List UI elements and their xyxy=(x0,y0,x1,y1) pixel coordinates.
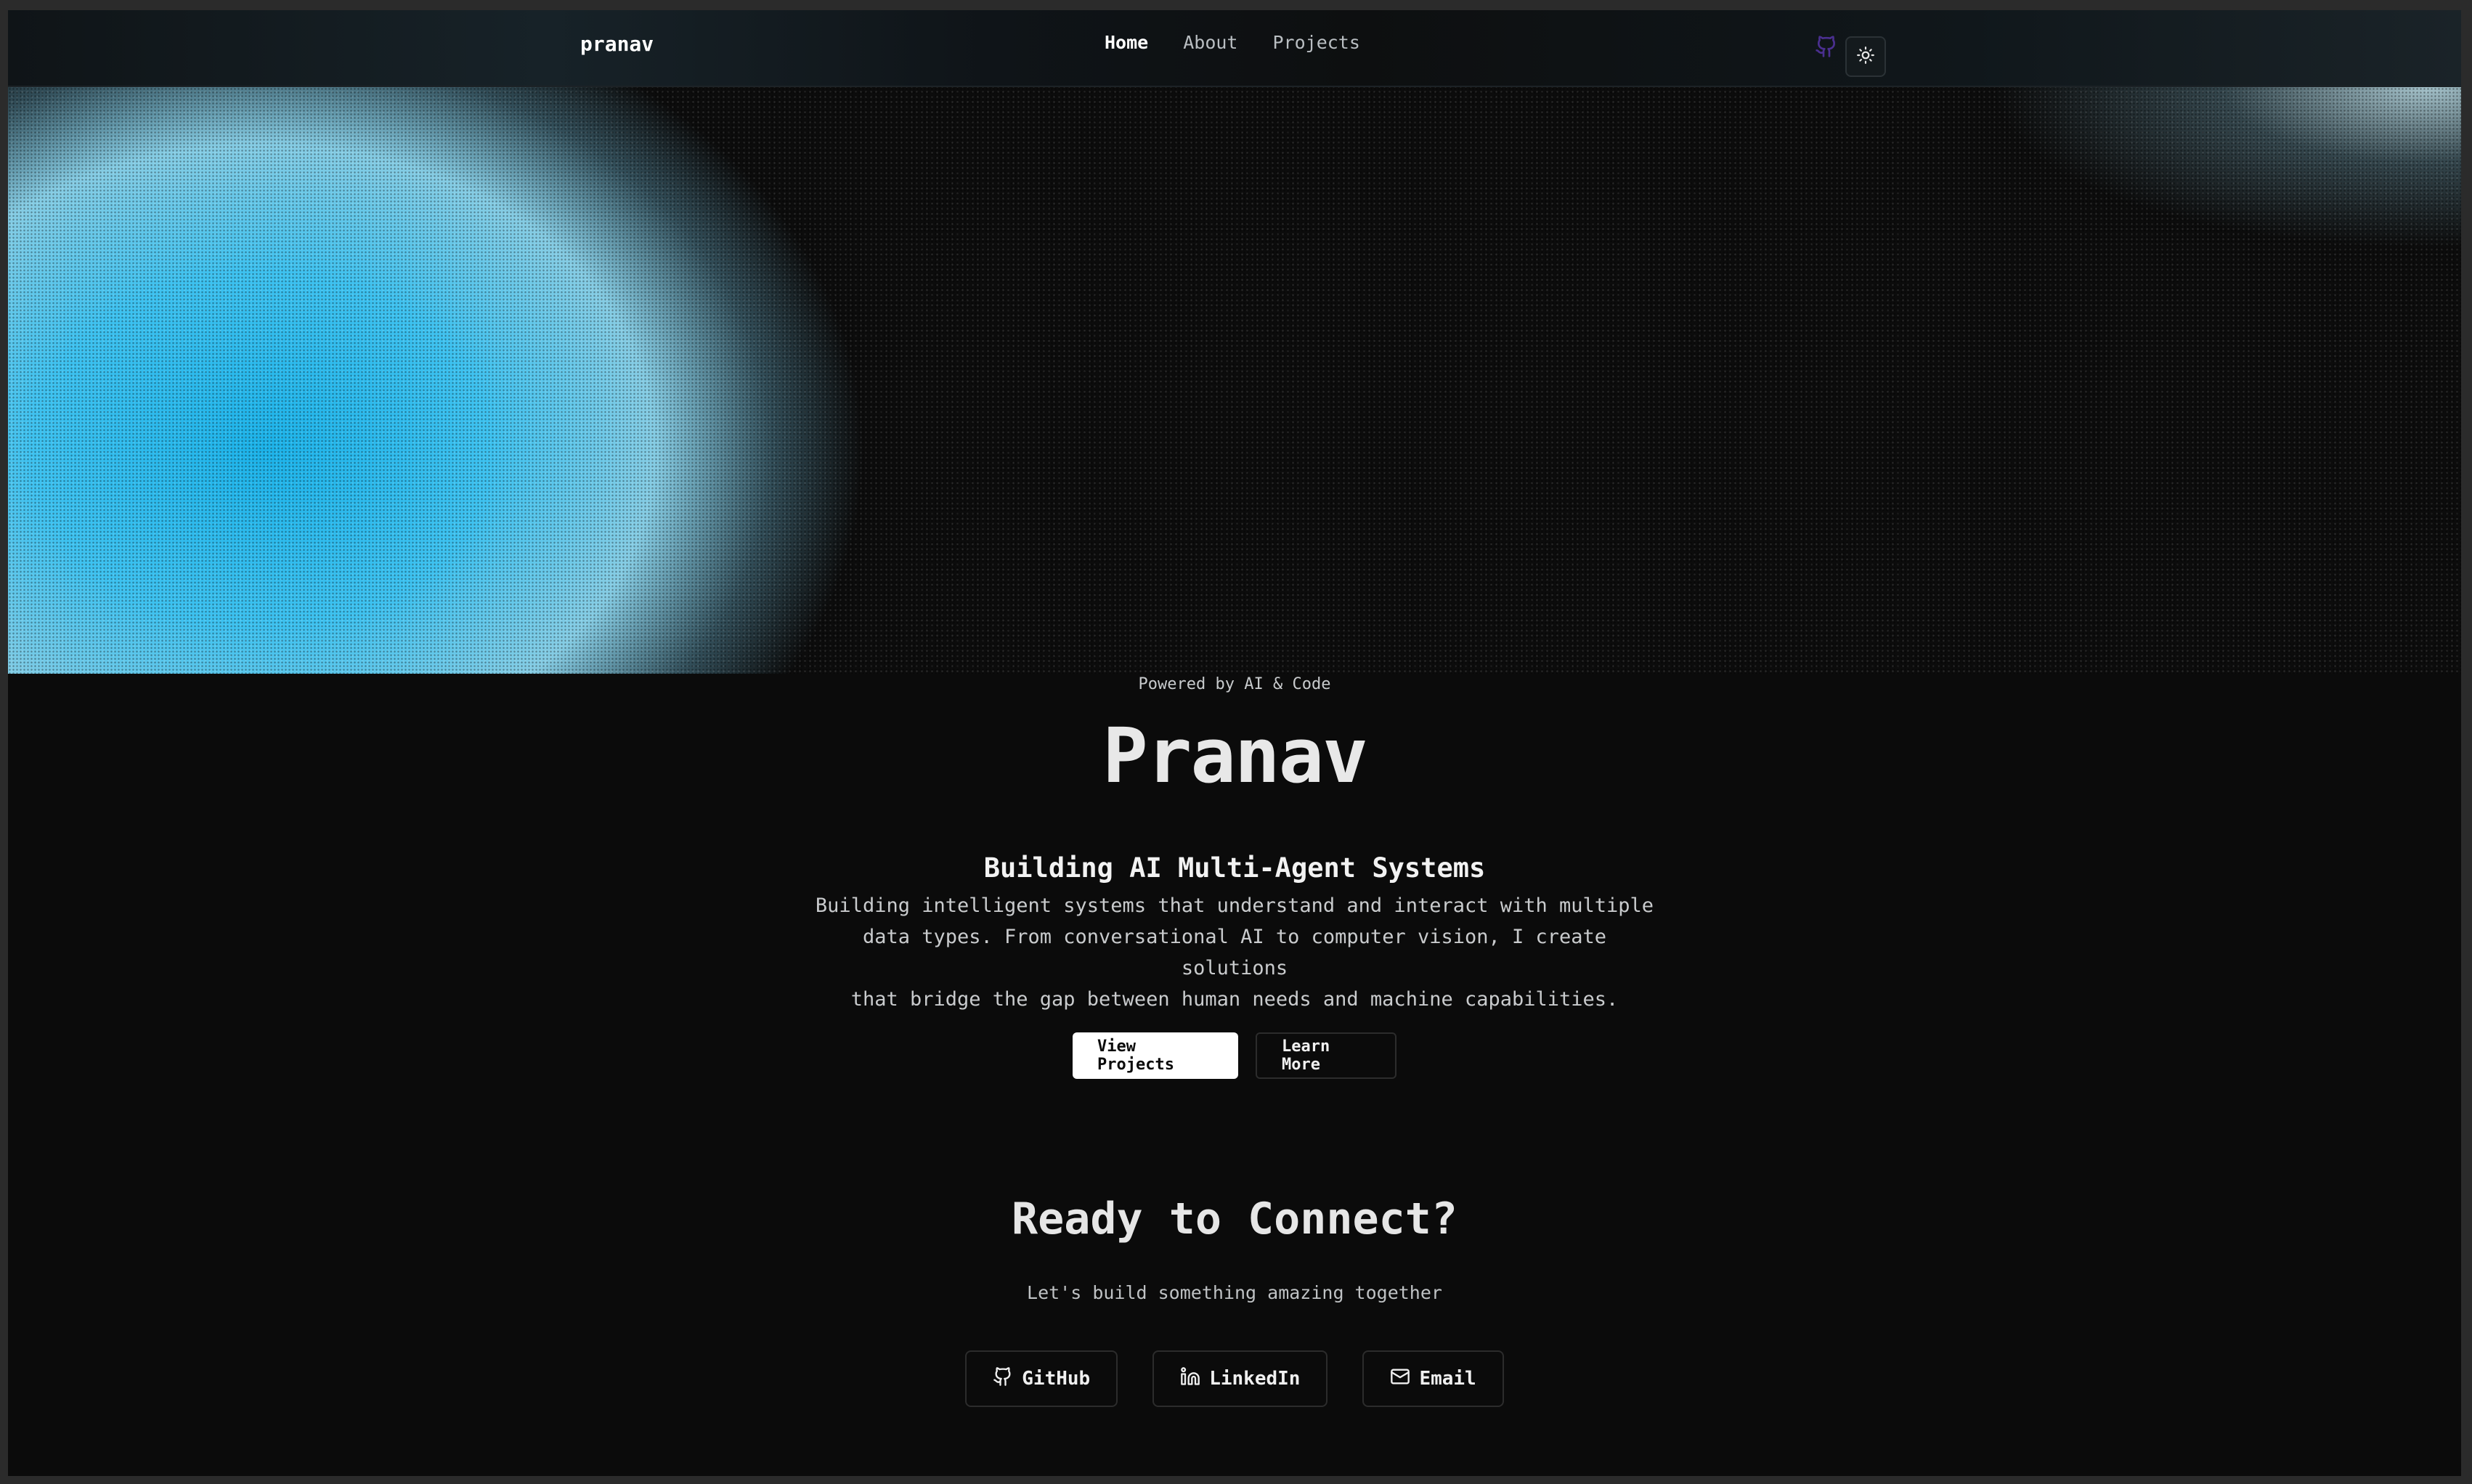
hero-gradient-banner xyxy=(8,87,2461,674)
description-line: Building intelligent systems that unders… xyxy=(815,894,1654,917)
browser-viewport: pranav Home About Projects Powered by AI… xyxy=(8,10,2461,1476)
connect-subtitle: Let's build something amazing together xyxy=(1027,1282,1442,1303)
nav-link-home[interactable]: Home xyxy=(1105,32,1148,53)
hero-description: Building intelligent systems that unders… xyxy=(8,890,2461,1015)
github-link-label: GitHub xyxy=(1022,1368,1091,1390)
connect-title: Ready to Connect? xyxy=(1011,1194,1458,1244)
mail-icon xyxy=(1390,1366,1410,1392)
description-line: data types. From conversational AI to co… xyxy=(862,926,1607,979)
hero-cta-row: View Projects Learn More xyxy=(8,1032,2461,1079)
grain-overlay xyxy=(8,87,2461,674)
sun-icon xyxy=(1856,46,1875,68)
view-projects-button[interactable]: View Projects xyxy=(1073,1032,1238,1079)
hero-tagline: Powered by AI & Code xyxy=(1138,675,1331,693)
learn-more-button[interactable]: Learn More xyxy=(1256,1032,1396,1079)
nav-link-about[interactable]: About xyxy=(1183,32,1237,53)
github-icon[interactable] xyxy=(1815,35,1838,58)
linkedin-link-label: LinkedIn xyxy=(1209,1368,1301,1390)
hero-name: Pranav xyxy=(1102,712,1368,800)
email-link-button[interactable]: Email xyxy=(1362,1350,1504,1407)
nav-links: Home About Projects xyxy=(1105,32,1360,53)
hero-subtitle: Building AI Multi-Agent Systems xyxy=(983,852,1486,884)
github-link-button[interactable]: GitHub xyxy=(965,1350,1118,1407)
brand-logo[interactable]: pranav xyxy=(580,32,654,56)
social-links: GitHub LinkedIn Email xyxy=(8,1350,2461,1407)
top-navbar: pranav Home About Projects xyxy=(8,10,2461,87)
linkedin-link-button[interactable]: LinkedIn xyxy=(1152,1350,1328,1407)
description-line: that bridge the gap between human needs … xyxy=(850,988,1619,1011)
github-icon xyxy=(993,1366,1013,1392)
linkedin-icon xyxy=(1180,1366,1200,1392)
theme-toggle-button[interactable] xyxy=(1845,36,1886,77)
email-link-label: Email xyxy=(1419,1368,1476,1390)
nav-link-projects[interactable]: Projects xyxy=(1272,32,1359,53)
